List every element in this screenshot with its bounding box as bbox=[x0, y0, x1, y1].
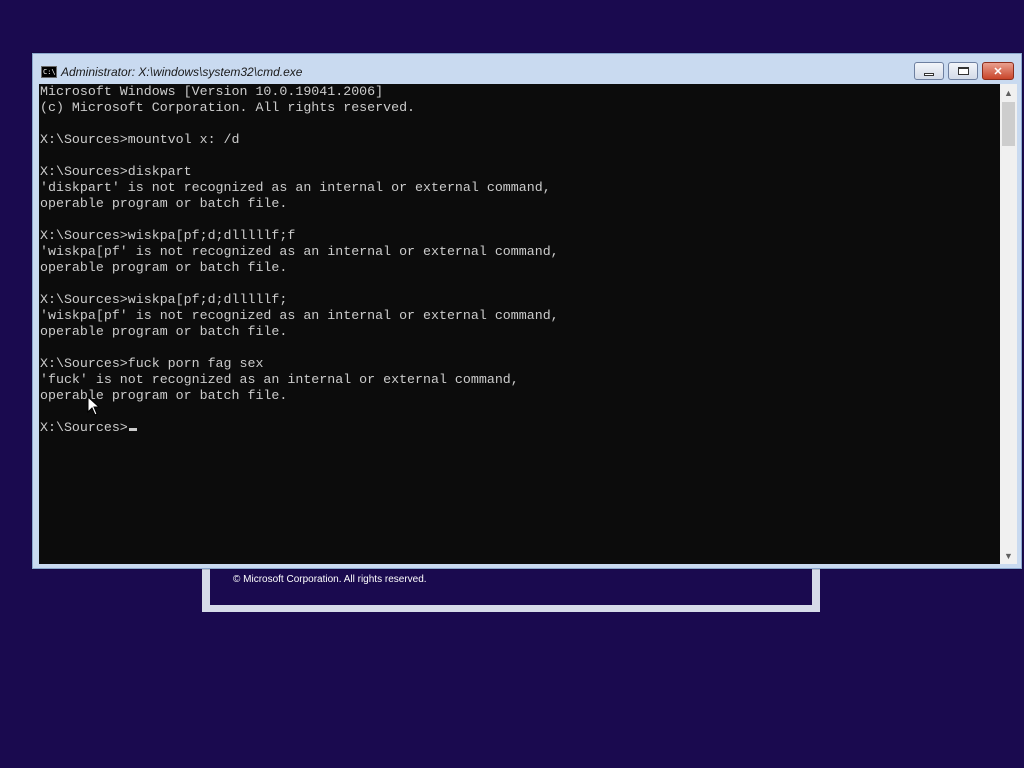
minimize-icon bbox=[924, 72, 934, 76]
console-line: X:\Sources>mountvol x: /d bbox=[40, 132, 240, 147]
close-icon: ✕ bbox=[993, 65, 1003, 78]
command-prompt[interactable]: X:\Sources> bbox=[40, 420, 559, 436]
console-line: operable program or batch file. bbox=[40, 388, 288, 403]
cmd-icon: C:\ bbox=[41, 66, 57, 78]
vertical-scrollbar[interactable]: ▲ ▼ bbox=[1000, 84, 1017, 564]
console-line: operable program or batch file. bbox=[40, 324, 288, 339]
console-line: Microsoft Windows [Version 10.0.19041.20… bbox=[40, 84, 384, 99]
console-line: X:\Sources>wiskpa[pf;d;dlllllf;f bbox=[40, 228, 296, 243]
console-line: X:\Sources>fuck porn fag sex bbox=[40, 356, 264, 371]
minimize-button[interactable] bbox=[914, 62, 944, 80]
text-cursor bbox=[128, 428, 137, 431]
console-line: 'diskpart' is not recognized as an inter… bbox=[40, 180, 551, 195]
console-line: 'fuck' is not recognized as an internal … bbox=[40, 372, 519, 387]
setup-copyright: © Microsoft Corporation. All rights rese… bbox=[233, 574, 427, 585]
maximize-icon bbox=[957, 67, 969, 75]
console-line: 'wiskpa[pf' is not recognized as an inte… bbox=[40, 308, 559, 323]
console-line: 'wiskpa[pf' is not recognized as an inte… bbox=[40, 244, 559, 259]
console-line: (c) Microsoft Corporation. All rights re… bbox=[40, 100, 416, 115]
maximize-button[interactable] bbox=[948, 62, 978, 80]
mouse-pointer-icon bbox=[87, 395, 101, 416]
console-line: X:\Sources>diskpart bbox=[40, 164, 192, 179]
prompt-text: X:\Sources> bbox=[40, 420, 128, 435]
title-bar[interactable]: C:\ Administrator: X:\windows\system32\c… bbox=[33, 54, 1021, 84]
console-line: operable program or batch file. bbox=[40, 196, 288, 211]
scroll-thumb[interactable] bbox=[1002, 102, 1015, 146]
cmd-window[interactable]: C:\ Administrator: X:\windows\system32\c… bbox=[32, 53, 1022, 569]
scroll-up-icon[interactable]: ▲ bbox=[1000, 84, 1017, 101]
close-button[interactable]: ✕ bbox=[982, 62, 1014, 80]
console-line: operable program or batch file. bbox=[40, 260, 288, 275]
window-title: Administrator: X:\windows\system32\cmd.e… bbox=[61, 65, 303, 79]
console-line: X:\Sources>wiskpa[pf;d;dlllllf; bbox=[40, 292, 288, 307]
scroll-down-icon[interactable]: ▼ bbox=[1000, 547, 1017, 564]
console-text: Microsoft Windows [Version 10.0.19041.20… bbox=[40, 84, 559, 436]
console-output[interactable]: Microsoft Windows [Version 10.0.19041.20… bbox=[39, 84, 1000, 564]
